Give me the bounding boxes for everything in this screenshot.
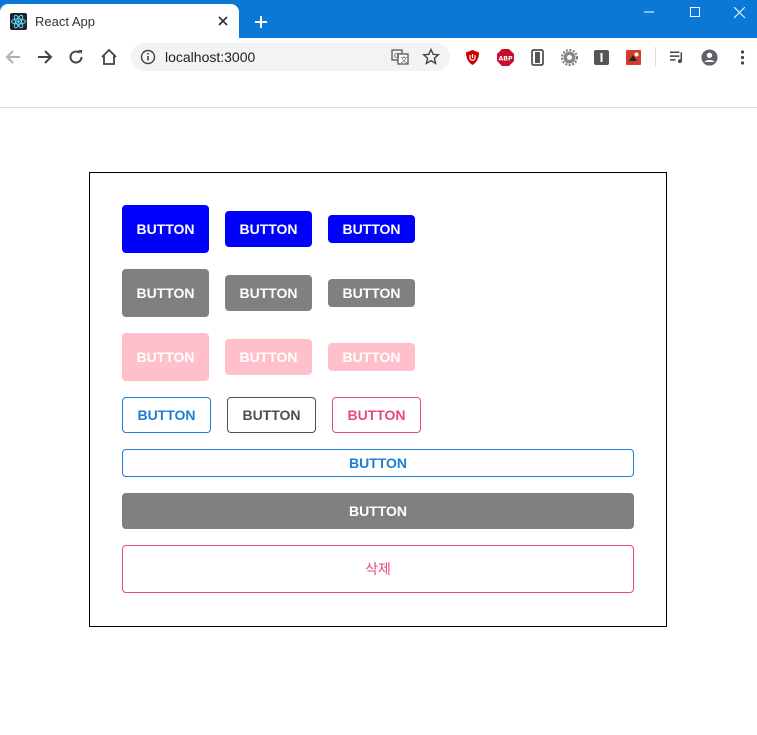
account-circle-icon[interactable] xyxy=(701,49,718,66)
tab-react-app[interactable]: React App xyxy=(0,4,239,38)
pink-large-button[interactable]: BUTTON xyxy=(122,333,209,381)
delete-button[interactable]: 삭제 xyxy=(122,545,634,593)
url-text[interactable]: localhost:3000 xyxy=(165,49,255,65)
browser-titlebar: React App xyxy=(0,0,757,38)
kebab-menu-icon[interactable] xyxy=(734,49,751,66)
blue-outline-button[interactable]: BUTTON xyxy=(122,397,211,433)
close-window-icon[interactable] xyxy=(716,0,757,24)
forward-arrow-icon[interactable] xyxy=(33,45,57,69)
gear-extension-icon[interactable] xyxy=(561,49,578,66)
plus-icon[interactable] xyxy=(250,11,272,33)
gray-outline-button[interactable]: BUTTON xyxy=(227,397,316,433)
app-container: BUTTON BUTTON BUTTON BUTTON BUTTON BUTTO… xyxy=(89,172,667,627)
puzzle-extension-icon[interactable] xyxy=(625,49,642,66)
tab-title: React App xyxy=(35,14,95,29)
address-bar[interactable]: localhost:3000 G文 xyxy=(131,43,450,71)
minimize-icon[interactable] xyxy=(626,0,672,24)
fullwidth-gray-button[interactable]: BUTTON xyxy=(122,493,634,529)
fullwidth-outline-button[interactable]: BUTTON xyxy=(122,449,634,477)
gray-medium-button[interactable]: BUTTON xyxy=(225,275,312,311)
svg-text:ABP: ABP xyxy=(498,56,513,63)
home-icon[interactable] xyxy=(97,45,121,69)
toolbar-separator xyxy=(655,47,656,67)
reload-icon[interactable] xyxy=(64,45,88,69)
media-queue-icon[interactable] xyxy=(669,49,686,66)
star-icon[interactable] xyxy=(422,47,440,66)
blue-medium-button[interactable]: BUTTON xyxy=(225,211,312,247)
svg-text:文: 文 xyxy=(401,55,408,64)
info-extension-icon[interactable] xyxy=(593,49,610,66)
blue-small-button[interactable]: BUTTON xyxy=(328,215,415,243)
browser-toolbar: localhost:3000 G文 ABP xyxy=(0,38,757,76)
sidebar-extension-icon[interactable] xyxy=(529,49,546,66)
gray-small-button[interactable]: BUTTON xyxy=(328,279,415,307)
back-arrow-icon[interactable] xyxy=(1,45,25,69)
blue-large-button[interactable]: BUTTON xyxy=(122,205,209,253)
translate-icon[interactable]: G文 xyxy=(391,48,409,66)
ublock-icon[interactable] xyxy=(464,49,481,66)
gray-large-button[interactable]: BUTTON xyxy=(122,269,209,317)
pink-small-button[interactable]: BUTTON xyxy=(328,343,415,371)
info-icon[interactable] xyxy=(140,49,156,65)
svg-text:G: G xyxy=(394,52,399,60)
react-logo-icon xyxy=(10,13,27,30)
toolbar-divider xyxy=(0,107,757,108)
maximize-icon[interactable] xyxy=(672,0,718,24)
close-icon[interactable] xyxy=(214,12,232,30)
adblock-plus-icon[interactable]: ABP xyxy=(497,49,514,66)
pink-outline-button[interactable]: BUTTON xyxy=(332,397,421,433)
pink-medium-button[interactable]: BUTTON xyxy=(225,339,312,375)
